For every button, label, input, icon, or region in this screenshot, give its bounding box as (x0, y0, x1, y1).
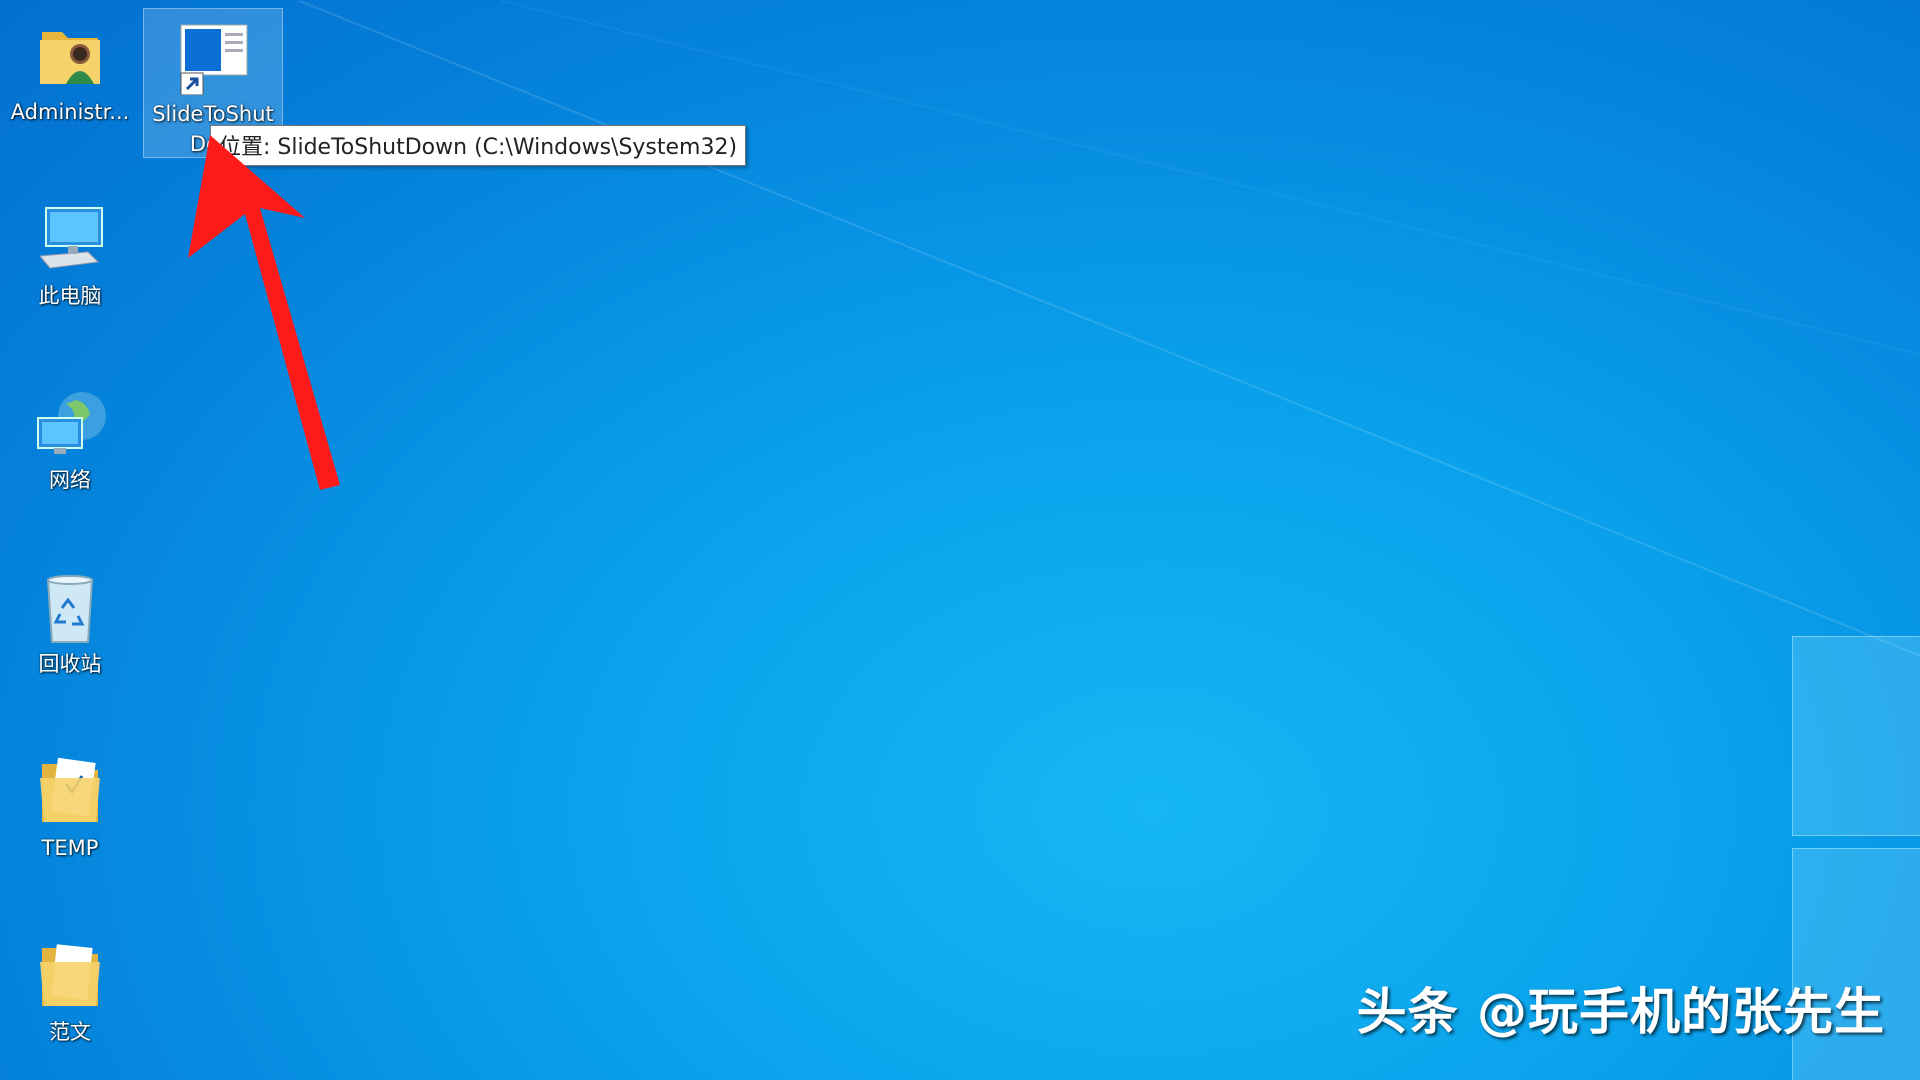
watermark-text: 头条 @玩手机的张先生 (1356, 983, 1885, 1041)
annotation-arrow-icon (188, 135, 340, 490)
desktop-background[interactable]: Administr... SlideToShut Dow (0, 0, 1920, 1080)
